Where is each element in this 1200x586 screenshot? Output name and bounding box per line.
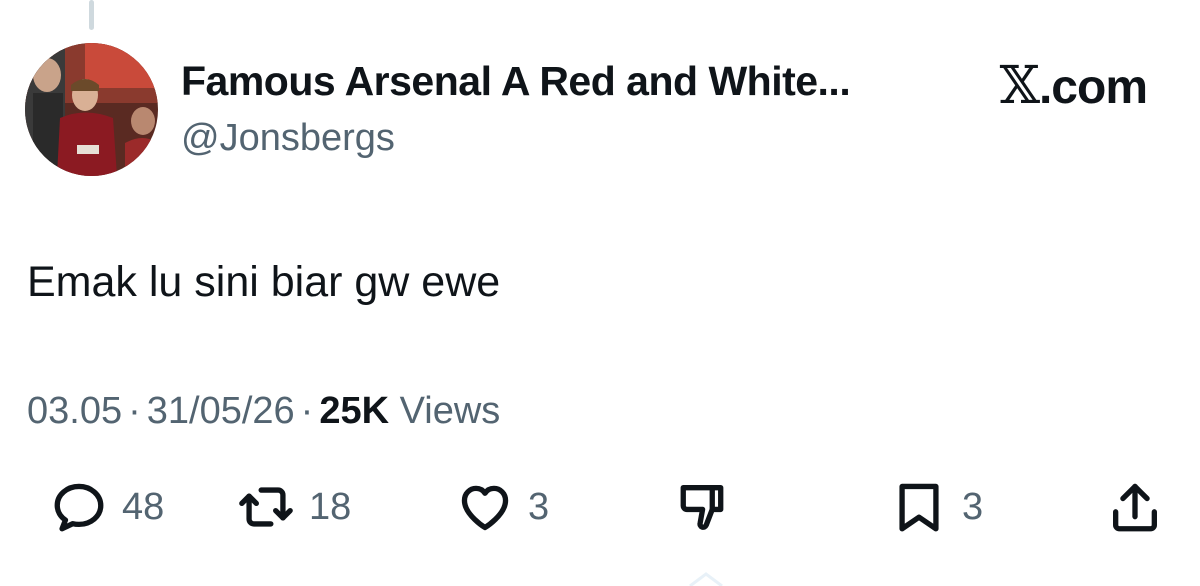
heart-icon — [461, 485, 509, 531]
share-icon — [1113, 483, 1157, 532]
avatar-photo — [25, 43, 158, 176]
thumbs-down-icon — [680, 485, 724, 530]
like-count: 3 — [528, 485, 550, 528]
views-label: Views — [399, 390, 501, 432]
thread-connector-line — [89, 0, 94, 30]
faint-scroll-indicator — [689, 572, 723, 586]
tweet-meta: 03.05 · 31/05/26 · 25K Views — [27, 390, 500, 433]
brand-suffix: .com — [1038, 61, 1148, 114]
meta-separator: · — [300, 390, 314, 432]
author-handle[interactable]: @Jonsbergs — [181, 117, 395, 160]
retweet-button[interactable]: 18 — [237, 478, 351, 536]
tweet-text: Emak lu sini biar gw ewe — [27, 258, 501, 306]
downvote-button[interactable] — [676, 478, 734, 536]
meta-separator: · — [128, 390, 141, 432]
retweet-icon — [239, 487, 293, 527]
author-display-name[interactable]: Famous Arsenal A Red and White... — [181, 58, 851, 105]
bookmark-icon — [899, 483, 939, 532]
bookmark-button[interactable]: 3 — [890, 478, 983, 536]
tweet-action-bar: 48 18 3 3 — [0, 478, 1200, 542]
author-avatar[interactable] — [25, 43, 158, 176]
retweet-count: 18 — [309, 485, 352, 528]
tweet-time[interactable]: 03.05 — [27, 390, 122, 432]
x-brand-logo: 𝕏.com — [999, 56, 1148, 116]
reply-count: 48 — [122, 485, 165, 528]
x-logo-glyph: 𝕏 — [999, 56, 1040, 116]
share-button[interactable] — [1106, 478, 1164, 536]
reply-icon — [54, 483, 104, 532]
reply-button[interactable]: 48 — [50, 478, 164, 536]
like-button[interactable]: 3 — [456, 478, 549, 536]
views-count: 25K — [319, 390, 390, 432]
tweet-date[interactable]: 31/05/26 — [147, 390, 295, 432]
bookmark-count: 3 — [962, 485, 984, 528]
